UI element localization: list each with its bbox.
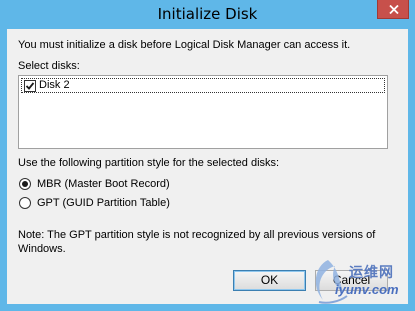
- checkmark-icon: [25, 82, 35, 90]
- select-disks-label: Select disks:: [18, 60, 80, 72]
- mbr-label: MBR (Master Boot Record): [37, 178, 170, 190]
- watermark: 运维网 iyunv.com: [305, 256, 413, 309]
- disk-checkbox[interactable]: [24, 80, 36, 92]
- gpt-note: Note: The GPT partition style is not rec…: [18, 229, 376, 255]
- close-icon: [389, 5, 399, 14]
- watermark-logo-icon: [315, 260, 348, 304]
- title-bar[interactable]: Initialize Disk: [0, 0, 415, 29]
- disk-label: Disk 2: [39, 79, 70, 91]
- gpt-label: GPT (GUID Partition Table): [37, 197, 170, 209]
- gpt-radio[interactable]: [19, 197, 31, 209]
- close-button[interactable]: [377, 0, 409, 19]
- disk-list-item[interactable]: Disk 2: [21, 78, 385, 93]
- initialize-disk-window: Initialize Disk You must initialize a di…: [0, 0, 415, 311]
- partition-style-label: Use the following partition style for th…: [18, 157, 280, 169]
- watermark-url: iyunv.com: [335, 282, 399, 297]
- intro-text: You must initialize a disk before Logica…: [18, 39, 351, 51]
- watermark-chinese-text: 运维网: [349, 264, 394, 280]
- window-title: Initialize Disk: [157, 5, 258, 23]
- ok-button[interactable]: OK: [233, 270, 306, 291]
- mbr-radio[interactable]: [19, 178, 31, 190]
- disk-list[interactable]: Disk 2: [18, 75, 388, 149]
